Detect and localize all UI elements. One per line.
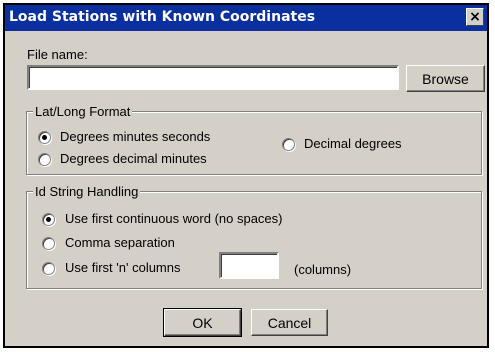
- file-name-input[interactable]: [27, 65, 399, 90]
- dialog-title: Load Stations with Known Coordinates: [9, 9, 316, 25]
- file-name-label: File name:: [27, 47, 88, 62]
- degrees-decimal-minutes-label[interactable]: Degrees decimal minutes: [60, 151, 207, 166]
- columns-count-input[interactable]: [219, 252, 279, 279]
- close-button[interactable]: ×: [466, 8, 484, 26]
- title-bar[interactable]: Load Stations with Known Coordinates ×: [5, 5, 487, 31]
- ok-button-label: OK: [192, 314, 213, 331]
- browse-button-label: Browse: [422, 70, 469, 87]
- radio-selected-dot: [42, 135, 47, 140]
- first-continuous-word-label[interactable]: Use first continuous word (no spaces): [65, 211, 282, 226]
- radio-first-continuous-word[interactable]: [42, 213, 55, 226]
- radio-comma-separation[interactable]: [42, 237, 55, 250]
- radio-decimal-degrees[interactable]: [282, 138, 295, 151]
- radio-degrees-decimal-minutes[interactable]: [38, 153, 51, 166]
- comma-separation-label[interactable]: Comma separation: [65, 235, 175, 250]
- decimal-degrees-label[interactable]: Decimal degrees: [304, 136, 402, 151]
- cancel-button-label: Cancel: [267, 314, 312, 331]
- cancel-button[interactable]: Cancel: [251, 309, 328, 336]
- id-string-handling-legend: Id String Handling: [33, 184, 141, 199]
- radio-selected-dot: [46, 217, 51, 222]
- ok-button[interactable]: OK: [163, 308, 242, 337]
- load-stations-dialog: Load Stations with Known Coordinates × F…: [3, 3, 489, 348]
- latlong-format-legend: Lat/Long Format: [33, 104, 133, 119]
- first-n-columns-label[interactable]: Use first 'n' columns: [65, 260, 181, 275]
- radio-first-n-columns[interactable]: [42, 262, 55, 275]
- browse-button[interactable]: Browse: [406, 65, 485, 92]
- columns-suffix-label: (columns): [294, 262, 352, 277]
- radio-degrees-minutes-seconds[interactable]: [38, 131, 51, 144]
- close-icon: ×: [469, 9, 481, 25]
- degrees-minutes-seconds-label[interactable]: Degrees minutes seconds: [60, 129, 210, 144]
